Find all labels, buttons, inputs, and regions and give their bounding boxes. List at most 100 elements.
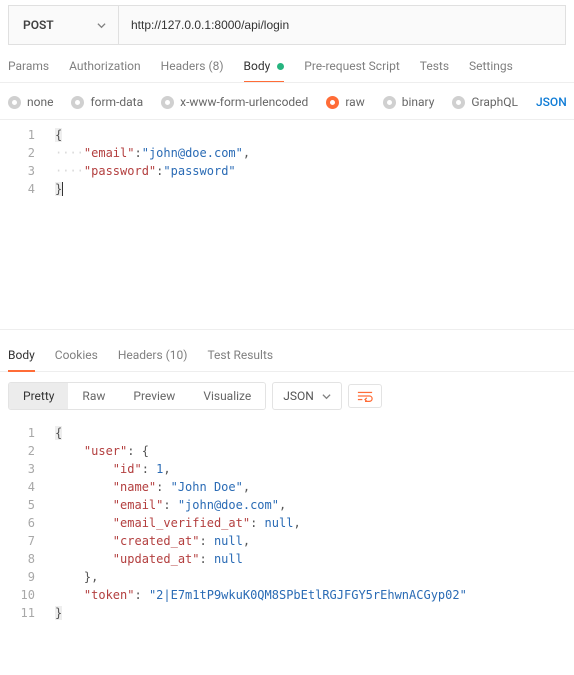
body-type-graphql-label: GraphQL bbox=[471, 95, 518, 109]
resp-tab-headers-label: Headers bbox=[118, 348, 163, 362]
tab-authorization[interactable]: Authorization bbox=[69, 59, 141, 82]
tab-headers[interactable]: Headers (8) bbox=[161, 59, 224, 82]
tab-body-label: Body bbox=[244, 59, 271, 73]
resp-tab-headers[interactable]: Headers (10) bbox=[118, 348, 188, 371]
colon: : bbox=[250, 516, 264, 530]
resp-tab-body[interactable]: Body bbox=[8, 348, 35, 372]
value: null bbox=[265, 516, 294, 530]
indent: ···· bbox=[55, 146, 84, 160]
value: "password" bbox=[163, 164, 235, 178]
brace-close: }, bbox=[84, 570, 98, 584]
key: "updated_at" bbox=[113, 552, 200, 566]
body-type-binary-label: binary bbox=[402, 95, 435, 109]
request-tabs: Params Authorization Headers (8) Body Pr… bbox=[0, 45, 574, 83]
radio-icon bbox=[8, 96, 21, 109]
brace-open: { bbox=[55, 426, 62, 440]
gutter: 1234 bbox=[0, 126, 45, 323]
view-raw[interactable]: Raw bbox=[68, 383, 119, 409]
brace: { bbox=[142, 444, 149, 458]
comma: , bbox=[243, 534, 250, 548]
body-format-link[interactable]: JSON bbox=[536, 95, 567, 109]
radio-icon bbox=[452, 96, 465, 109]
body-type-raw-label: raw bbox=[345, 95, 364, 109]
url-input[interactable] bbox=[119, 6, 565, 44]
comma: , bbox=[279, 498, 286, 512]
request-body-editor[interactable]: 1234 { ····"email":"john@doe.com", ····"… bbox=[0, 120, 574, 330]
brace-open: { bbox=[55, 128, 62, 142]
value: "John Doe" bbox=[171, 480, 243, 494]
key: "password" bbox=[84, 164, 156, 178]
wrap-icon bbox=[357, 390, 373, 402]
code[interactable]: { ····"email":"john@doe.com", ····"passw… bbox=[45, 126, 250, 323]
tab-headers-label: Headers bbox=[161, 59, 206, 73]
tab-body[interactable]: Body bbox=[244, 59, 285, 83]
view-preview[interactable]: Preview bbox=[119, 383, 189, 409]
body-type-row: none form-data x-www-form-urlencoded raw… bbox=[0, 83, 574, 120]
brace-close: } bbox=[55, 182, 63, 196]
colon: : bbox=[127, 444, 141, 458]
key: "id" bbox=[113, 462, 142, 476]
body-type-binary[interactable]: binary bbox=[383, 95, 435, 109]
radio-icon bbox=[161, 96, 174, 109]
brace-close: } bbox=[55, 606, 62, 620]
body-type-xwww-label: x-www-form-urlencoded bbox=[180, 95, 308, 109]
wrap-lines-button[interactable] bbox=[348, 384, 382, 408]
colon: : bbox=[156, 480, 170, 494]
response-format-value: JSON bbox=[283, 389, 314, 403]
comma: , bbox=[293, 516, 300, 530]
colon: : bbox=[163, 498, 177, 512]
key: "email_verified_at" bbox=[113, 516, 250, 530]
key: "created_at" bbox=[113, 534, 200, 548]
key: "token" bbox=[84, 588, 135, 602]
view-visualize[interactable]: Visualize bbox=[189, 383, 265, 409]
body-type-raw[interactable]: raw bbox=[326, 95, 364, 109]
colon: : bbox=[134, 588, 148, 602]
body-type-form-data[interactable]: form-data bbox=[71, 95, 143, 109]
resp-tab-headers-count: (10) bbox=[166, 348, 188, 362]
comma: , bbox=[243, 480, 250, 494]
body-type-none-label: none bbox=[27, 95, 53, 109]
value: null bbox=[214, 552, 243, 566]
body-type-form-data-label: form-data bbox=[90, 95, 143, 109]
comma: , bbox=[243, 146, 250, 160]
indent: ···· bbox=[55, 164, 84, 178]
view-pretty[interactable]: Pretty bbox=[9, 383, 68, 409]
colon: : bbox=[142, 462, 156, 476]
comma: , bbox=[163, 462, 170, 476]
colon: : bbox=[200, 534, 214, 548]
colon: : bbox=[200, 552, 214, 566]
method-value: POST bbox=[23, 18, 54, 32]
code[interactable]: { "user": { "id": 1, "name": "John Doe",… bbox=[45, 424, 467, 622]
response-body-editor[interactable]: 1234567891011 { "user": { "id": 1, "name… bbox=[0, 420, 574, 642]
body-type-none[interactable]: none bbox=[8, 95, 53, 109]
response-tabs: Body Cookies Headers (10) Test Results bbox=[0, 330, 574, 372]
response-toolbar: Pretty Raw Preview Visualize JSON bbox=[0, 372, 574, 420]
body-type-graphql[interactable]: GraphQL bbox=[452, 95, 518, 109]
tab-settings[interactable]: Settings bbox=[469, 59, 513, 82]
tab-params[interactable]: Params bbox=[8, 59, 49, 82]
body-type-xwww[interactable]: x-www-form-urlencoded bbox=[161, 95, 308, 109]
method-select[interactable]: POST bbox=[9, 6, 119, 44]
chevron-down-icon bbox=[322, 392, 331, 401]
value: null bbox=[214, 534, 243, 548]
value: "john@doe.com" bbox=[178, 498, 279, 512]
key: "name" bbox=[113, 480, 156, 494]
chevron-down-icon bbox=[97, 21, 106, 30]
key: "email" bbox=[84, 146, 135, 160]
request-bar: POST bbox=[8, 5, 566, 45]
body-dirty-dot-icon bbox=[277, 63, 284, 70]
radio-icon bbox=[383, 96, 396, 109]
response-format-select[interactable]: JSON bbox=[272, 382, 342, 410]
colon: : bbox=[134, 146, 141, 160]
tab-prerequest[interactable]: Pre-request Script bbox=[304, 59, 399, 82]
tab-tests[interactable]: Tests bbox=[420, 59, 449, 82]
resp-tab-test-results[interactable]: Test Results bbox=[207, 348, 273, 371]
tab-headers-count: (8) bbox=[208, 59, 223, 73]
gutter: 1234567891011 bbox=[0, 424, 45, 622]
resp-tab-cookies[interactable]: Cookies bbox=[55, 348, 98, 371]
radio-icon bbox=[71, 96, 84, 109]
value: "john@doe.com" bbox=[142, 146, 243, 160]
key: "user" bbox=[84, 444, 127, 458]
value: "2|E7m1tP9wkuK0QM8SPbEtlRGJFGY5rEhwnACGy… bbox=[149, 588, 467, 602]
radio-icon bbox=[326, 96, 339, 109]
